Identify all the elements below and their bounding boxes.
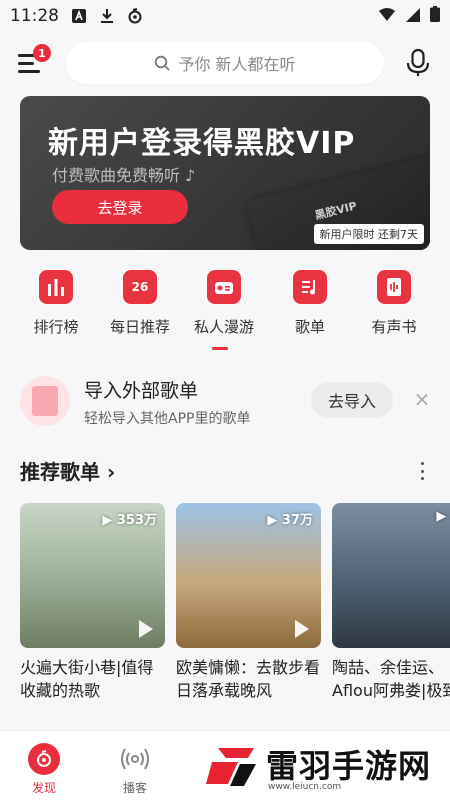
status-bar: 11:28 <box>0 0 450 32</box>
import-thumbnail <box>20 376 70 426</box>
more-icon <box>420 462 424 465</box>
header: 1 予你 新人都在听 <box>0 38 450 88</box>
import-title: 导入外部歌单 <box>84 380 199 402</box>
playlist-icon <box>293 270 327 304</box>
banner-subtitle: 付费歌曲免费畅听 ♪ <box>52 166 196 185</box>
netease-status-icon <box>127 8 143 24</box>
banner-title: 新用户登录得黑胶VIP <box>48 126 356 161</box>
signal-icon <box>406 7 420 26</box>
battery-icon <box>430 6 440 26</box>
playlist-cover: ▶ 353万 <box>20 503 165 648</box>
more-options-button[interactable] <box>412 458 432 484</box>
search-icon <box>155 55 171 71</box>
category-audiobook[interactable]: 有声书 <box>354 270 434 337</box>
category-indicator <box>212 347 228 350</box>
microphone-icon <box>406 48 430 76</box>
tab-podcast[interactable]: 播客 <box>105 743 165 796</box>
playlist-cover: ▶ 84 <box>332 503 450 648</box>
playlist-title: 火遍大街小巷|值得收藏的热歌 <box>20 658 154 700</box>
login-button[interactable]: 去登录 <box>52 190 188 224</box>
netease-logo-icon <box>28 743 60 775</box>
play-count: ▶ 37万 <box>267 513 313 528</box>
chart-icon <box>39 270 73 304</box>
notification-badge: 1 <box>33 44 51 62</box>
import-playlist-card[interactable]: 导入外部歌单 轻松导入其他APP里的歌单 去导入 × <box>0 372 450 430</box>
calendar-icon: 26 <box>123 270 157 304</box>
search-bar[interactable]: 予你 新人都在听 <box>66 42 384 84</box>
chevron-right-icon: › <box>106 460 116 484</box>
playlist-card[interactable]: ▶ 37万 欧美慵懒：去散步看日落承载晚风 <box>176 503 321 702</box>
import-button[interactable]: 去导入 <box>311 382 393 418</box>
playlist-cover: ▶ 37万 <box>176 503 321 648</box>
category-roam[interactable]: 私人漫游 <box>184 270 264 337</box>
category-daily[interactable]: 26 每日推荐 <box>100 270 180 337</box>
recommend-section-title[interactable]: 推荐歌单 › <box>20 456 115 485</box>
translate-icon <box>71 8 87 24</box>
music-note-icon: ♪ <box>185 166 196 185</box>
import-subtitle: 轻松导入其他APP里的歌单 <box>84 411 251 427</box>
download-icon <box>99 8 115 24</box>
play-icon[interactable] <box>139 620 153 638</box>
wifi-icon <box>378 7 396 26</box>
podcast-icon <box>119 743 151 775</box>
promo-banner[interactable]: 黑胶VIP 新用户登录得黑胶VIP 付费歌曲免费畅听 ♪ 去登录 新用户限时 还… <box>20 96 430 250</box>
music-file-icon <box>32 386 58 416</box>
watermark-logo: 雷羽手游网 www.leiucn.com <box>204 738 431 794</box>
category-row: 排行榜 26 每日推荐 私人漫游 歌单 有声书 <box>0 270 450 350</box>
playlist-card[interactable]: ▶ 353万 火遍大街小巷|值得收藏的热歌 <box>20 503 165 702</box>
playlist-title: 陶喆、余佳运、Aflou阿弗娄|极致 <box>332 658 450 700</box>
close-icon[interactable]: × <box>413 389 431 409</box>
book-icon <box>377 270 411 304</box>
play-icon[interactable] <box>295 620 309 638</box>
radio-icon <box>207 270 241 304</box>
search-placeholder: 予你 新人都在听 <box>178 55 296 74</box>
status-time: 11:28 <box>10 6 59 26</box>
playlist-row: ▶ 353万 火遍大街小巷|值得收藏的热歌 ▶ 37万 欧美慵懒：去散步看日落承… <box>0 503 450 713</box>
status-right <box>378 6 440 26</box>
category-playlist[interactable]: 歌单 <box>270 270 350 337</box>
tab-discover[interactable]: 发现 <box>14 743 74 796</box>
banner-tag: 新用户限时 还剩7天 <box>313 224 424 244</box>
category-chart[interactable]: 排行榜 <box>16 270 96 337</box>
play-count: ▶ 84 <box>436 509 450 524</box>
watermark-icon <box>206 748 256 786</box>
playlist-card[interactable]: ▶ 84 陶喆、余佳运、Aflou阿弗娄|极致 <box>332 503 450 702</box>
playlist-title: 欧美慵懒：去散步看日落承载晚风 <box>176 658 321 700</box>
play-count: ▶ 353万 <box>102 513 157 528</box>
voice-search-button[interactable] <box>404 48 432 78</box>
